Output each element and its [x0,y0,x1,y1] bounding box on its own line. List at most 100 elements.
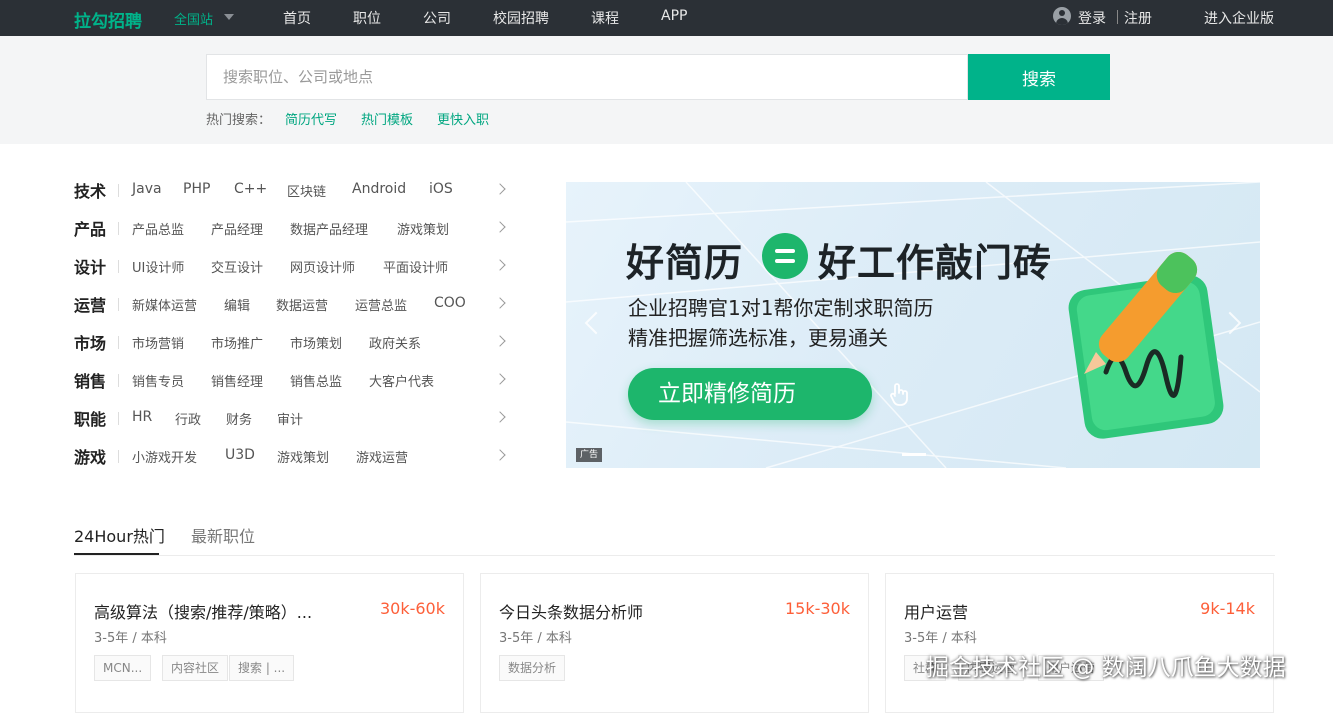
cta-label: 立即精修简历 [658,381,796,407]
category-item[interactable]: 运营总监 [355,295,407,314]
divider [118,298,119,311]
category-item[interactable]: 销售经理 [211,371,263,390]
hot-search-link[interactable]: 更快入职 [437,109,489,128]
category-row-tech[interactable]: 技术 Java PHP C++ 区块链 Android iOS [74,178,510,202]
chevron-right-icon[interactable] [494,449,506,461]
user-icon[interactable] [1053,7,1071,25]
category-item[interactable]: 编辑 [224,295,250,314]
category-item[interactable]: HR [132,409,152,425]
banner-line: 企业招聘官1对1帮你定制求职简历 [628,296,934,320]
category-item[interactable]: UI设计师 [132,257,184,276]
nav-campus[interactable]: 校园招聘 [493,8,549,28]
category-item[interactable]: 游戏运营 [356,447,408,466]
job-requirements: 3-5年 / 本科 [499,631,572,646]
promo-banner[interactable]: 好简历 好工作敲门砖 企业招聘官1对1帮你定制求职简历 精准把握筛选标准，更易通… [566,182,1260,468]
job-title[interactable]: 用户运营 [904,599,968,623]
category-item[interactable]: 网页设计师 [290,257,355,276]
job-title[interactable]: 高级算法（搜索/推荐/策略）... [94,599,312,623]
chevron-right-icon[interactable] [494,183,506,195]
category-item[interactable]: 交互设计 [211,257,263,276]
search-button[interactable]: 搜索 [968,54,1110,100]
category-item[interactable]: PHP [183,181,210,197]
chevron-right-icon[interactable] [494,411,506,423]
chevron-right-icon[interactable] [494,297,506,309]
nav-home[interactable]: 首页 [283,8,311,28]
job-requirements: 3-5年 / 本科 [904,631,977,646]
category-title[interactable]: 销售 [74,368,106,392]
job-salary: 9k-14k [1200,599,1255,618]
search-input[interactable] [206,54,968,100]
category-item[interactable]: 销售总监 [290,371,342,390]
nav-companies[interactable]: 公司 [423,8,451,28]
category-title[interactable]: 市场 [74,330,106,354]
nav-jobs[interactable]: 职位 [353,8,381,28]
enterprise-link[interactable]: 进入企业版 [1204,8,1274,28]
lagou-logo[interactable]: 拉勾招聘 [74,7,142,32]
site-selector[interactable]: 全国站 [174,9,213,28]
category-item[interactable]: 产品经理 [211,219,263,238]
job-title[interactable]: 今日头条数据分析师 [499,599,643,623]
hot-search-link[interactable]: 简历代写 [285,109,337,128]
category-row-marketing[interactable]: 市场 市场营销 市场推广 市场策划 政府关系 [74,330,510,354]
category-title[interactable]: 产品 [74,216,106,240]
category-item[interactable]: 政府关系 [369,333,421,352]
category-title[interactable]: 游戏 [74,444,106,468]
divider [118,184,119,197]
tab-latest-jobs[interactable]: 最新职位 [191,523,255,547]
chevron-right-icon[interactable] [494,373,506,385]
category-item[interactable]: Android [352,181,406,197]
job-card[interactable]: 高级算法（搜索/推荐/策略）... 30k-60k 3-5年 / 本科 MCN.… [75,573,464,713]
category-item[interactable]: 审计 [277,409,303,428]
category-item[interactable]: 市场策划 [290,333,342,352]
login-link[interactable]: 登录 [1078,8,1106,28]
category-item[interactable]: 大客户代表 [369,371,434,390]
category-row-design[interactable]: 设计 UI设计师 交互设计 网页设计师 平面设计师 [74,254,510,278]
nav-courses[interactable]: 课程 [591,8,619,28]
category-item[interactable]: 行政 [175,409,201,428]
category-row-sales[interactable]: 销售 销售专员 销售经理 销售总监 大客户代表 [74,368,510,392]
category-row-operations[interactable]: 运营 新媒体运营 编辑 数据运营 运营总监 COO [74,292,510,316]
category-item[interactable]: 游戏策划 [397,219,449,238]
category-item[interactable]: C++ [234,181,267,197]
chevron-right-icon[interactable] [494,221,506,233]
chevron-down-icon[interactable] [224,14,234,20]
category-item[interactable]: 区块链 [287,181,326,200]
category-item[interactable]: 平面设计师 [383,257,448,276]
refine-resume-button[interactable]: 立即精修简历 [628,368,908,420]
job-card[interactable]: 用户运营 9k-14k 3-5年 / 本科 社群 内容运营 用户运营 [885,573,1274,713]
watermark: 掘金技术社区 @ 数阔八爪鱼大数据 [926,655,1286,681]
divider [118,412,119,425]
divider [1117,10,1118,24]
hot-search-link[interactable]: 热门模板 [361,109,413,128]
tab-24hour-hot[interactable]: 24Hour热门 [74,523,165,547]
chevron-right-icon[interactable] [494,335,506,347]
category-title[interactable]: 技术 [74,178,106,202]
category-item[interactable]: COO [434,295,466,311]
category-title[interactable]: 职能 [74,406,106,430]
category-row-product[interactable]: 产品 产品总监 产品经理 数据产品经理 游戏策划 [74,216,510,240]
category-item[interactable]: 市场推广 [211,333,263,352]
job-tag: 数据分析 [499,655,566,681]
category-item[interactable]: 销售专员 [132,371,184,390]
category-item[interactable]: 新媒体运营 [132,295,197,314]
category-item[interactable]: 市场营销 [132,333,184,352]
category-item[interactable]: 数据产品经理 [290,219,368,238]
carousel-indicator[interactable] [902,453,926,456]
chevron-right-icon[interactable] [494,259,506,271]
category-item[interactable]: 游戏策划 [277,447,329,466]
category-item[interactable]: Java [132,181,162,197]
category-item[interactable]: 数据运营 [276,295,328,314]
register-link[interactable]: 注册 [1124,8,1152,28]
category-item[interactable]: iOS [429,181,453,197]
category-item[interactable]: 小游戏开发 [132,447,197,466]
category-item[interactable]: 产品总监 [132,219,184,238]
hot-search-label: 热门搜索： [206,113,272,128]
category-title[interactable]: 运营 [74,292,106,316]
category-item[interactable]: 财务 [226,409,252,428]
job-card[interactable]: 今日头条数据分析师 15k-30k 3-5年 / 本科 数据分析 [480,573,869,713]
category-row-function[interactable]: 职能 HR 行政 财务 审计 [74,406,510,430]
category-title[interactable]: 设计 [74,254,106,278]
category-row-games[interactable]: 游戏 小游戏开发 U3D 游戏策划 游戏运营 [74,444,510,468]
nav-app[interactable]: APP [661,8,687,24]
category-item[interactable]: U3D [225,447,255,463]
